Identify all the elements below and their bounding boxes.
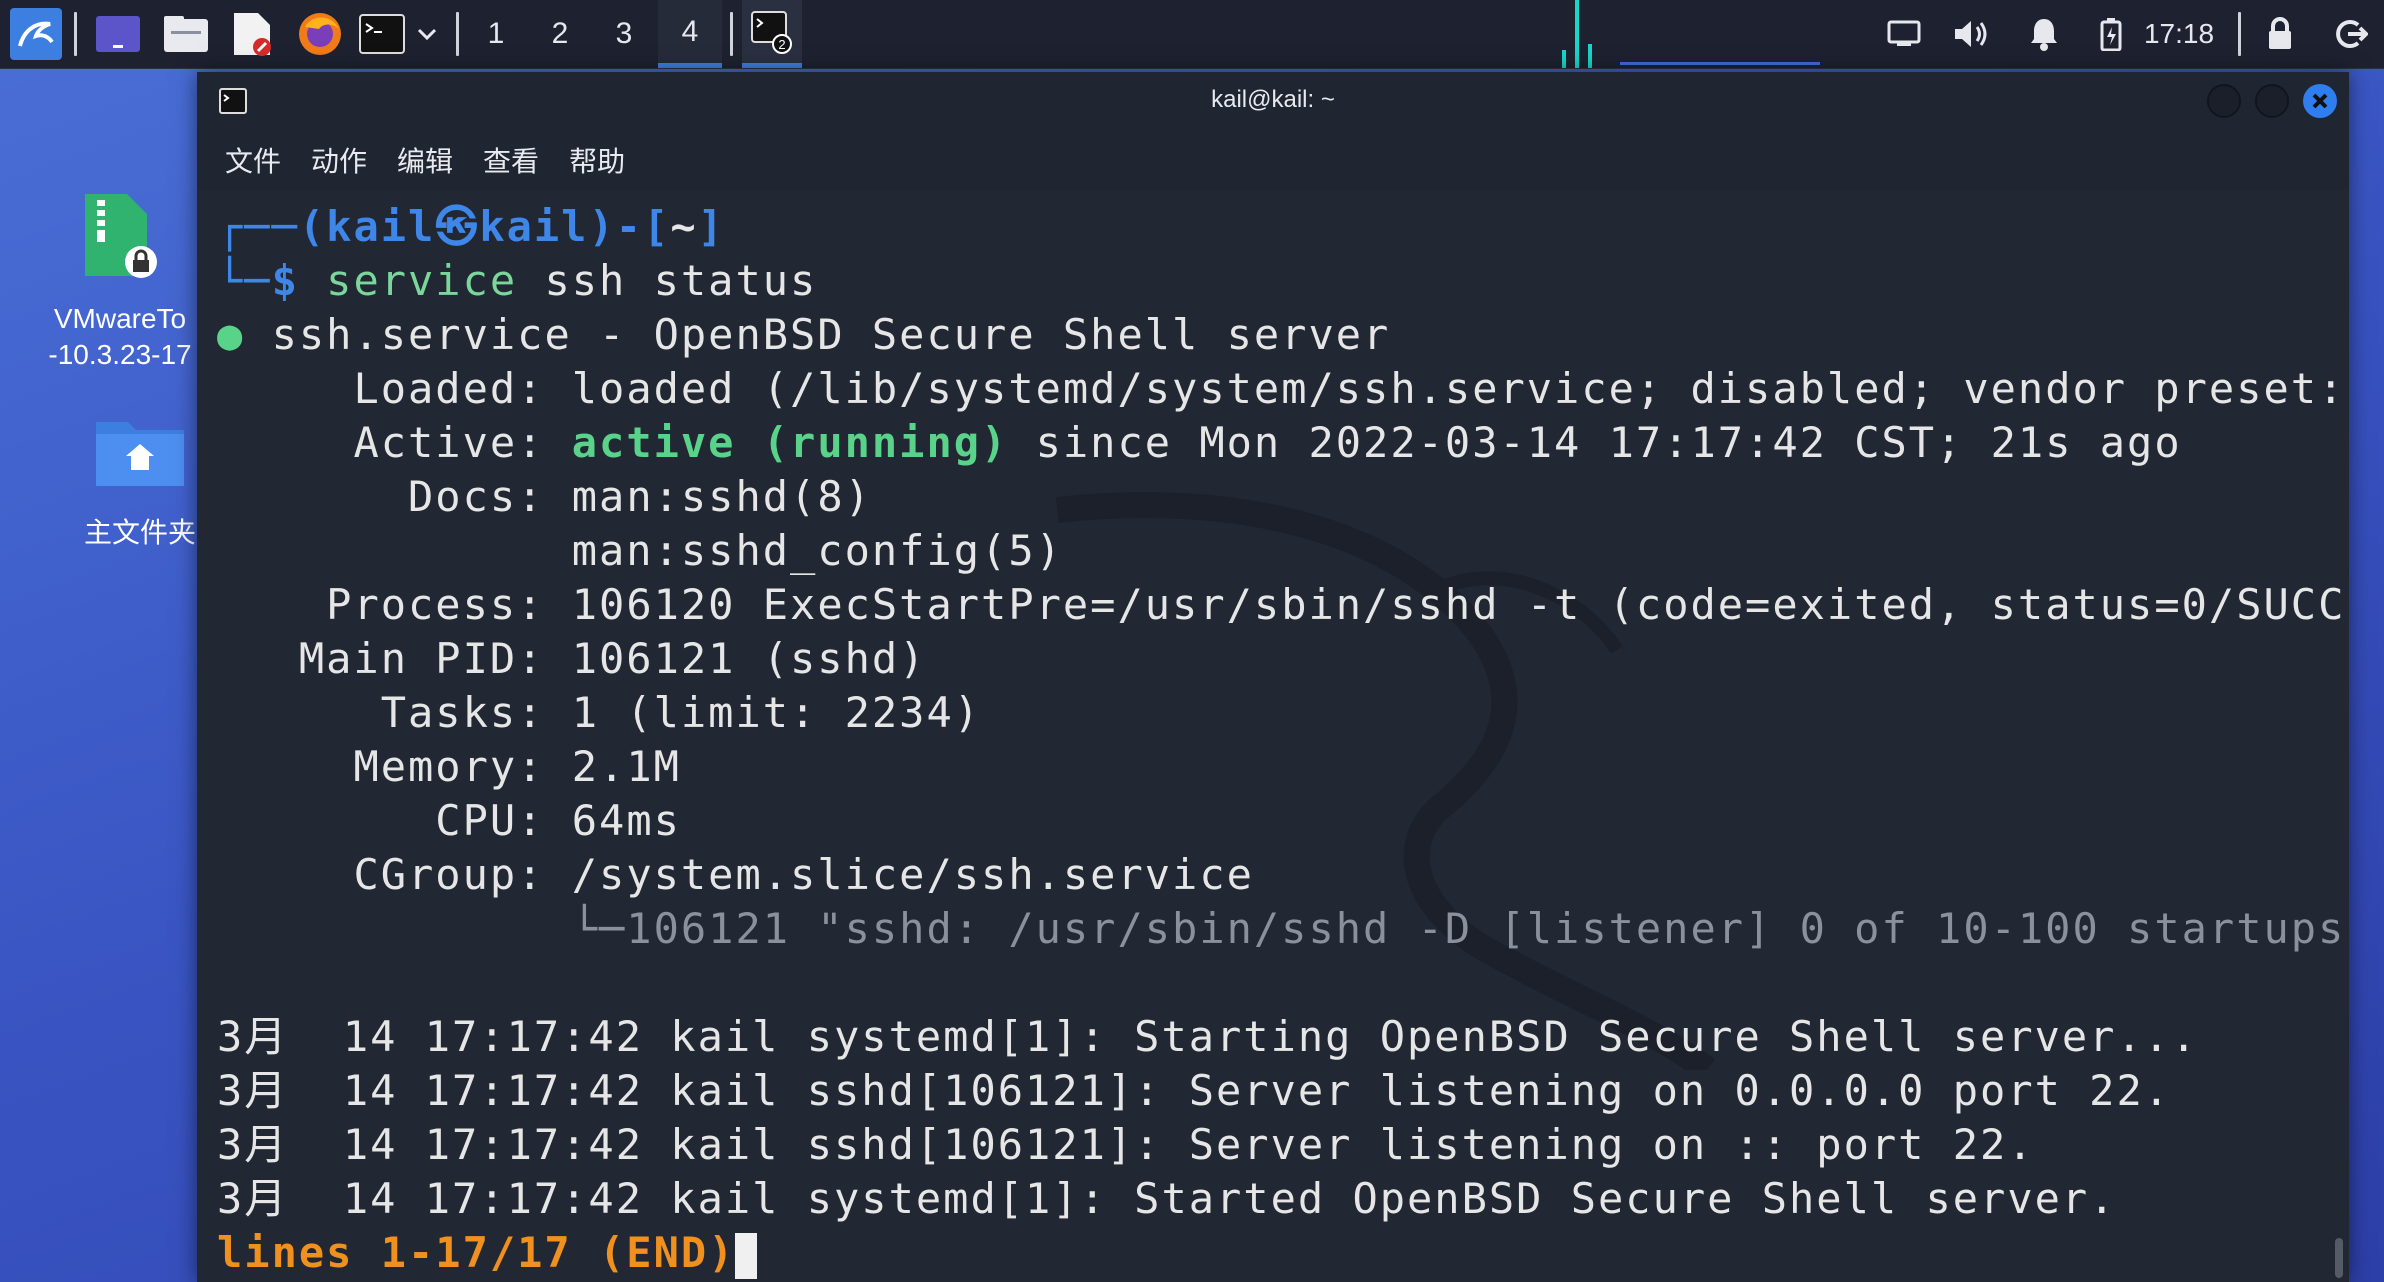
kali-dragon-watermark [1055,492,1716,1070]
prompt-dir: ~ [670,202,698,251]
cgroup-line: CGroup: /system.slice/ssh.service [353,850,1254,899]
kali-menu-icon[interactable] [4,0,68,68]
minimize-button[interactable] [2207,84,2241,118]
taskbar-separator [74,12,77,56]
workspace-4[interactable]: 4 [658,0,722,68]
command-word: service [326,256,518,305]
menu-help[interactable]: 帮助 [569,140,625,180]
text-cursor [735,1232,758,1279]
pager-status: lines 1-17/17 (END) [217,1228,736,1277]
desktop-icon-label: 主文件夹 [83,517,196,548]
terminal-launcher-icon[interactable] [356,0,408,68]
desktop-icon-home-folder[interactable]: 主文件夹 [60,416,220,551]
archive-locked-icon [85,194,157,278]
window-titlebar[interactable]: kail@kail: ~ [197,72,2349,130]
command-line: └─$ service ssh status [217,256,818,305]
command-args: ssh status [517,256,818,305]
clock[interactable]: 17:18 [2138,0,2220,68]
text-editor-icon[interactable] [222,0,282,68]
home-folder-icon [96,422,184,486]
loaded-line: Loaded: loaded (/lib/systemd/system/ssh.… [353,364,2346,413]
docs-line-2: man:sshd_config(5) [571,526,1063,575]
memory-line: Memory: 2.1M [353,742,681,791]
log-line: 3月 14 17:17:42 kail sshd[106121]: Server… [217,1120,2035,1169]
taskbar: 1 2 3 4 2 17:18 [0,0,2384,69]
window-title: kail@kail: ~ [1211,86,1335,113]
service-line: ● ssh.service - OpenBSD Secure Shell ser… [217,310,1391,359]
prompt-user: kail [326,202,436,251]
cpu-line: CPU: 64ms [435,796,681,845]
prompt-line: ┌──(kail㉿kail)-[~] [217,202,725,251]
menu-file[interactable]: 文件 [225,140,281,180]
active-line: Active: active (running) since Mon 2022-… [353,418,2182,467]
menu-edit[interactable]: 编辑 [397,140,453,180]
network-icon[interactable] [1880,0,1928,68]
terminal-output[interactable]: ┌──(kail㉿kail)-[~] └─$ service ssh statu… [197,190,2349,1282]
log-line: 3月 14 17:17:42 kail systemd[1]: Starting… [217,1012,2199,1061]
workspace-3[interactable]: 3 [596,0,652,68]
desktop-icon-label: VMwareTo -10.3.23-17 [48,303,192,370]
firefox-icon[interactable] [290,0,350,68]
docs-line: Docs: man:sshd(8) [408,472,872,521]
menu-actions[interactable]: 动作 [311,140,367,180]
terminal-task-icon: 2 [751,10,792,54]
cgroup-child-line: └─106121 "sshd: /usr/sbin/sshd -D [liste… [571,904,2349,953]
log-line: 3月 14 17:17:42 kail sshd[106121]: Server… [217,1066,2172,1115]
workspace-1[interactable]: 1 [468,0,524,68]
cpu-monitor-graph[interactable] [1560,0,1880,68]
process-line: Process: 106120 ExecStartPre=/usr/sbin/s… [326,580,2349,629]
chevron-down-icon[interactable] [412,0,442,68]
logout-icon[interactable] [2326,0,2376,68]
show-desktop-icon[interactable] [88,0,148,68]
terminal-window[interactable]: kail@kail: ~ 文件 动作 编辑 查看 帮助 ┌──(kail㉿kai… [197,72,2349,1282]
lock-screen-icon[interactable] [2256,0,2304,68]
file-manager-icon[interactable] [156,0,216,68]
log-line: 3月 14 17:17:42 kail systemd[1]: Started … [217,1174,2117,1223]
maximize-button[interactable] [2255,84,2289,118]
workspace-2[interactable]: 2 [532,0,588,68]
tasks-line: Tasks: 1 (limit: 2234) [380,688,982,737]
mainpid-line: Main PID: 106121 (sshd) [298,634,927,683]
notification-bell-icon[interactable] [2020,0,2068,68]
close-button[interactable] [2303,84,2337,118]
scrollbar-handle[interactable] [2335,1238,2343,1278]
menu-bar: 文件 动作 编辑 查看 帮助 [197,130,2349,190]
battery-icon[interactable] [2090,0,2132,68]
menu-view[interactable]: 查看 [483,140,539,180]
desktop-icon-vmware-tools[interactable]: VMwareTo -10.3.23-17 [40,190,200,373]
taskbar-separator [2238,12,2241,56]
taskbar-separator [730,12,733,56]
taskbar-terminal-task[interactable]: 2 [742,0,802,68]
terminal-task-badge: 2 [778,37,785,52]
prompt-host: kail [479,202,589,251]
status-dot-icon: ● [217,310,245,359]
volume-icon[interactable] [1948,0,1996,68]
close-icon [2312,93,2328,109]
pager-status-line: lines 1-17/17 (END) [217,1226,758,1280]
active-state: active (running) [571,418,1009,467]
taskbar-separator [456,12,459,56]
